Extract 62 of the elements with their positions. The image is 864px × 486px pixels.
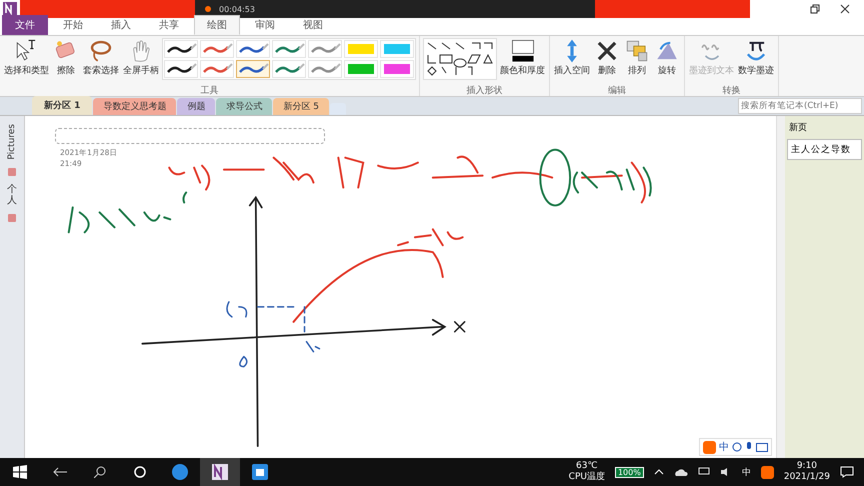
restore-icon[interactable]: [810, 4, 820, 14]
section-tab[interactable]: 新分区 1: [32, 96, 92, 115]
onenote-app-icon[interactable]: [200, 458, 240, 486]
shapes-gallery[interactable]: [423, 38, 497, 80]
cpu-temperature-label: CPU温度: [568, 472, 605, 483]
arrange-tool-button[interactable]: 排列: [623, 38, 651, 77]
select-tool-button[interactable]: 选择和类型: [3, 38, 50, 77]
notification-icon[interactable]: [840, 466, 854, 478]
input-language[interactable]: 中: [742, 466, 751, 478]
battery-indicator[interactable]: 100%: [614, 466, 644, 478]
section-tab[interactable]: 导数定义思考题: [93, 98, 176, 115]
section-tab[interactable]: 例题: [177, 98, 216, 115]
scrollbar[interactable]: [776, 116, 785, 458]
recording-timer: 00:04:53: [219, 4, 255, 14]
highlighter-swatch[interactable]: [380, 40, 414, 58]
section-tab[interactable]: 新分区 5: [273, 98, 329, 115]
arrange-icon: [624, 38, 650, 64]
ribbon-tab[interactable]: 绘图: [194, 15, 240, 35]
notebook-icon: [8, 214, 16, 222]
pen-swatch[interactable]: [236, 60, 270, 78]
highlighter-swatch[interactable]: [344, 60, 378, 78]
group-label: 插入形状: [466, 84, 504, 96]
group-label: 编辑: [607, 84, 627, 96]
ribbon-tab[interactable]: 插入: [98, 15, 144, 35]
rotate-tool-button[interactable]: 旋转: [653, 38, 681, 77]
page-tab[interactable]: 主人公之导数: [787, 139, 862, 160]
highlighter-swatch[interactable]: [380, 60, 414, 78]
notebook-icon: [8, 168, 16, 176]
ribbon-tab[interactable]: 审阅: [242, 15, 288, 35]
search-field[interactable]: 搜索所有笔记本(Ctrl+E): [738, 98, 862, 114]
eraser-tool-button[interactable]: 擦除: [52, 38, 80, 77]
keyboard-icon[interactable]: [756, 442, 768, 452]
lasso-icon: [88, 38, 114, 64]
line-weight-icon: [510, 38, 536, 64]
ribbon-tab[interactable]: 开始: [50, 15, 96, 35]
notebook-tab[interactable]: Pictures: [7, 124, 17, 160]
microphone-icon[interactable]: [745, 442, 753, 452]
recording-dot-icon: [205, 6, 211, 12]
group-label: 工具: [200, 84, 220, 96]
notebook-tab[interactable]: 个人: [7, 184, 17, 206]
new-page-button[interactable]: 新页: [787, 119, 862, 136]
space-tool-button[interactable]: 插入空间: [553, 38, 591, 77]
cpu-temperature: 63℃: [576, 461, 598, 472]
hand-tool-button[interactable]: 全屏手柄: [122, 38, 160, 77]
delete-tool-button[interactable]: 删除: [593, 38, 621, 77]
cloud-icon[interactable]: [674, 468, 688, 476]
highlighter-swatch[interactable]: [344, 40, 378, 58]
chevron-up-icon[interactable]: [654, 469, 664, 475]
ime-mode[interactable]: 中: [719, 440, 729, 454]
close-icon[interactable]: [840, 4, 850, 14]
math-tool-button[interactable]: 数学墨迹: [737, 38, 775, 77]
clock-date[interactable]: 2021/1/29: [784, 472, 830, 483]
color-thickness-button[interactable]: 颜色和厚度: [499, 38, 546, 77]
lasso-tool-button[interactable]: 套索选择: [82, 38, 120, 77]
ribbon-tab[interactable]: 视图: [290, 15, 336, 35]
page-title-field[interactable]: [55, 128, 325, 144]
section-tab[interactable]: 求导公式: [216, 98, 272, 115]
ribbon-tab[interactable]: 文件: [2, 15, 48, 35]
clock-time[interactable]: 9:10: [796, 461, 818, 472]
network-icon[interactable]: [698, 467, 710, 477]
ribbon-tab[interactable]: 共享: [146, 15, 192, 35]
group-label: 转换: [722, 84, 742, 96]
